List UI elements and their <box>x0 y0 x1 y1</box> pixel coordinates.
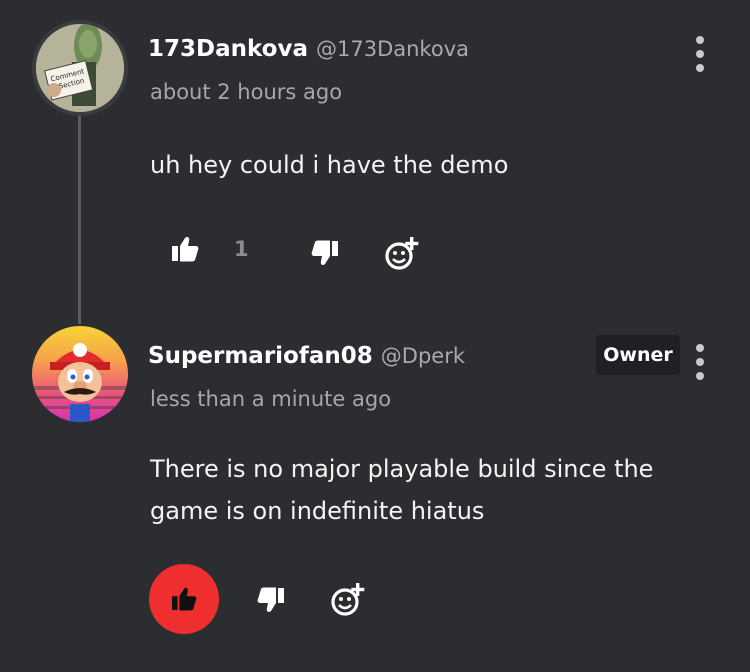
thumbs-down-icon <box>311 240 338 265</box>
thumbs-up-icon <box>172 237 199 262</box>
thumbs-up-icon <box>172 587 197 611</box>
like-count: 1 <box>234 237 249 261</box>
dislike-button[interactable] <box>254 583 288 617</box>
comment-text-line: game is on indefinite hiatus <box>150 497 485 525</box>
author-handle[interactable]: @173Dankova <box>316 37 469 61</box>
dislike-button[interactable] <box>308 236 342 270</box>
more-options-icon[interactable] <box>693 36 707 72</box>
comment-text: There is no major playable build since t… <box>150 448 710 532</box>
author-name[interactable]: 173Dankova <box>148 36 308 62</box>
avatar[interactable] <box>32 326 128 422</box>
avatar[interactable]: Comment Section <box>32 20 128 116</box>
comment-author[interactable]: Supermariofan08 @Dperk <box>148 343 465 369</box>
like-button[interactable] <box>168 232 202 266</box>
comment-author[interactable]: 173Dankova @173Dankova <box>148 36 469 62</box>
comment-text: uh hey could i have the demo <box>150 151 509 179</box>
thumbs-down-icon <box>257 587 284 612</box>
author-name[interactable]: Supermariofan08 <box>148 343 373 369</box>
add-reaction-icon <box>331 583 365 616</box>
add-reaction-button[interactable] <box>382 234 422 274</box>
comment-text-line: There is no major playable build since t… <box>150 455 654 483</box>
comment-thread: Comment Section 173Dankova @173Dankova ab… <box>0 0 750 672</box>
like-button[interactable] <box>167 582 201 616</box>
add-reaction-icon <box>385 237 419 270</box>
comment-timestamp: less than a minute ago <box>150 387 392 411</box>
author-handle[interactable]: @Dperk <box>381 344 465 368</box>
add-reaction-button[interactable] <box>328 580 368 620</box>
comment-timestamp: about 2 hours ago <box>150 80 343 104</box>
more-options-icon[interactable] <box>693 344 707 380</box>
owner-badge: Owner <box>596 335 680 375</box>
thread-connector-line <box>78 112 81 324</box>
